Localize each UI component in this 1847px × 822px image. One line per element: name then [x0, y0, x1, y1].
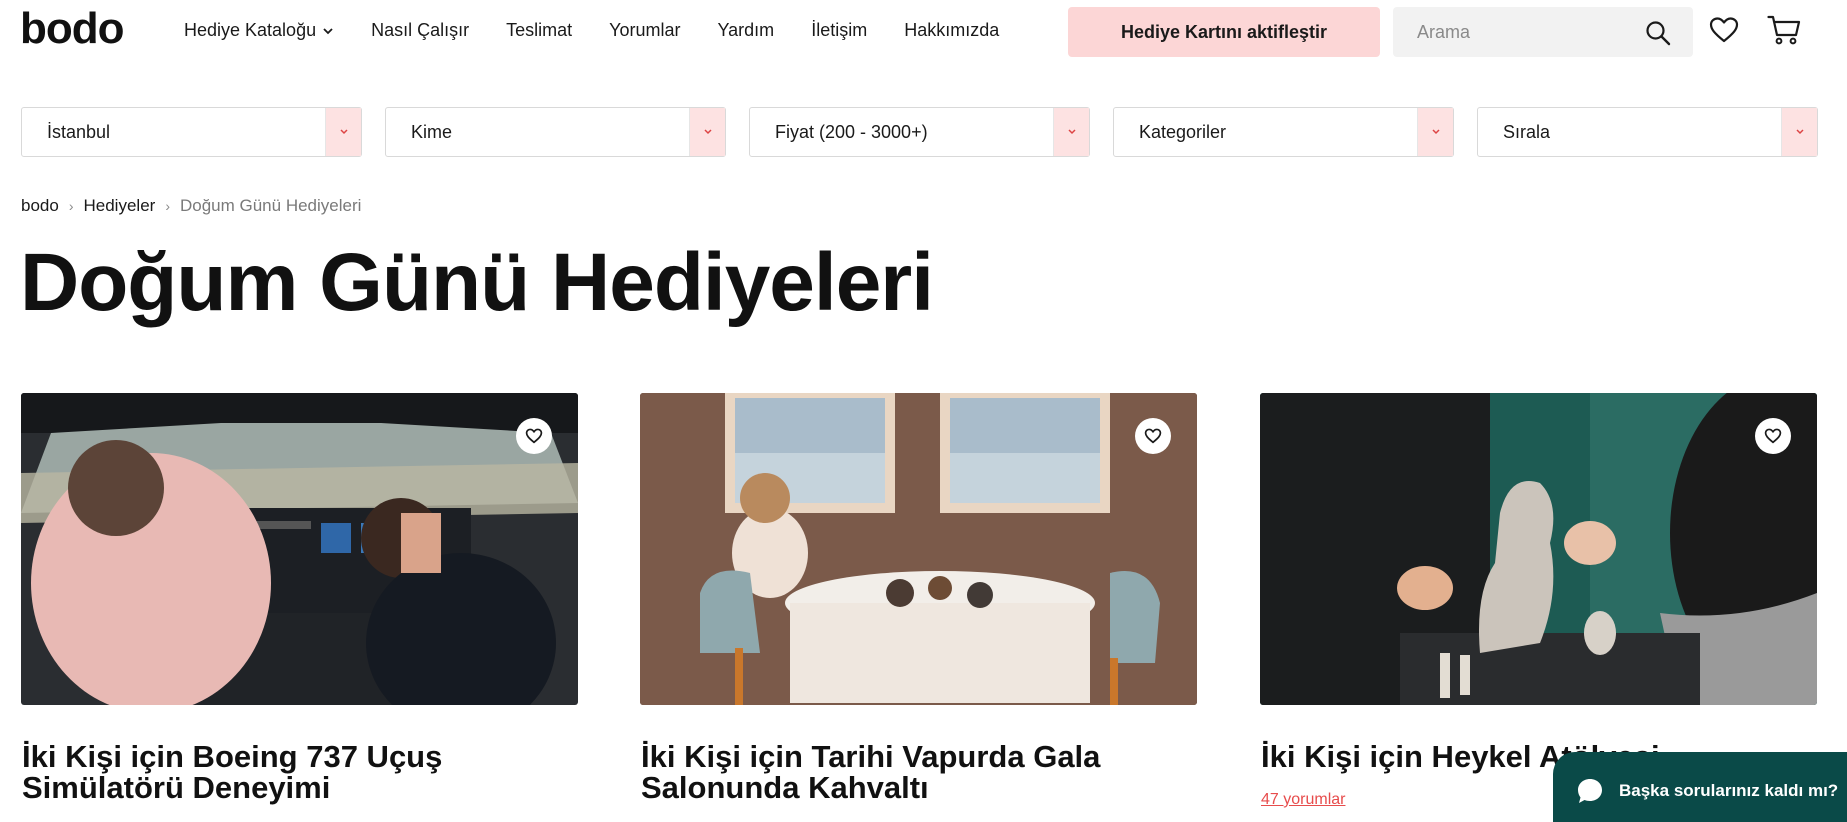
- chat-bubble-icon: [1578, 779, 1602, 803]
- chevron-right-icon: ›: [165, 198, 170, 214]
- chevron-down-icon: [1053, 108, 1089, 156]
- chevron-down-icon: [689, 108, 725, 156]
- nav-item-about[interactable]: Hakkımızda: [904, 20, 999, 41]
- nav-item-gift-catalog[interactable]: Hediye Kataloğu: [184, 20, 334, 41]
- search-input[interactable]: [1393, 7, 1633, 57]
- page-title: Doğum Günü Hediyeleri: [20, 237, 934, 328]
- site-header: bodo Hediye Kataloğu Nasıl Çalışır Tesli…: [0, 0, 1847, 64]
- nav-item-contact[interactable]: İletişim: [811, 20, 867, 41]
- favorite-button[interactable]: [516, 418, 552, 454]
- product-image[interactable]: [21, 393, 578, 705]
- flight-simulator-photo: [21, 393, 578, 705]
- filter-label: Kime: [411, 122, 453, 142]
- nav-item-reviews[interactable]: Yorumlar: [609, 20, 680, 41]
- brand-logo[interactable]: bodo: [20, 4, 125, 54]
- chevron-down-icon: [323, 27, 333, 34]
- chat-label: Başka sorularınız kaldı mı?: [1619, 781, 1839, 800]
- chat-widget-button[interactable]: Başka sorularınız kaldı mı?: [1553, 752, 1847, 822]
- product-image[interactable]: [1260, 393, 1817, 705]
- ferry-breakfast-photo: [640, 393, 1197, 705]
- cart-icon[interactable]: [1767, 14, 1801, 46]
- breadcrumb: bodo › Hediyeler › Doğum Günü Hediyeleri: [21, 196, 361, 216]
- filter-label: Sırala: [1503, 122, 1551, 142]
- chevron-down-icon: [325, 108, 361, 156]
- filter-price[interactable]: Fiyat (200 - 3000+): [749, 107, 1090, 157]
- heart-icon: [1144, 428, 1162, 444]
- product-card: İki Kişi için Heykel Atölyesi 47 yorumla…: [1260, 393, 1817, 808]
- activate-gift-card-button[interactable]: Hediye Kartını aktifleştir: [1068, 7, 1380, 57]
- filter-recipient[interactable]: Kime: [385, 107, 726, 157]
- heart-icon: [1764, 428, 1782, 444]
- product-card: İki Kişi için Tarihi Vapurda Gala Salonu…: [640, 393, 1197, 803]
- filter-sort[interactable]: Sırala: [1477, 107, 1818, 157]
- chevron-down-icon: [1417, 108, 1453, 156]
- favorite-button[interactable]: [1135, 418, 1171, 454]
- product-image[interactable]: [640, 393, 1197, 705]
- main-nav: Hediye Kataloğu Nasıl Çalışır Teslimat Y…: [184, 20, 1036, 41]
- filter-bar: İstanbul Kime Fiyat (200 - 3000+) Katego…: [21, 107, 1818, 157]
- heart-icon: [525, 428, 543, 444]
- heart-icon[interactable]: [1709, 16, 1739, 44]
- chevron-right-icon: ›: [68, 198, 74, 214]
- filter-label: Fiyat (200 - 3000+): [775, 122, 928, 142]
- nav-item-help[interactable]: Yardım: [718, 20, 775, 41]
- product-title[interactable]: İki Kişi için Tarihi Vapurda Gala Salonu…: [641, 741, 1201, 803]
- nav-item-how-it-works[interactable]: Nasıl Çalışır: [371, 20, 469, 41]
- nav-item-delivery[interactable]: Teslimat: [506, 20, 572, 41]
- breadcrumb-gifts[interactable]: Hediyeler: [84, 196, 156, 216]
- breadcrumb-current: Doğum Günü Hediyeleri: [179, 196, 362, 215]
- sculpture-workshop-photo: [1260, 393, 1817, 705]
- chevron-down-icon: [1781, 108, 1817, 156]
- product-title[interactable]: İki Kişi için Boeing 737 Uçuş Simülatörü…: [22, 741, 582, 803]
- search-box: [1393, 7, 1693, 57]
- favorite-button[interactable]: [1755, 418, 1791, 454]
- filter-label: İstanbul: [47, 122, 111, 142]
- breadcrumb-home[interactable]: bodo: [21, 196, 59, 216]
- search-icon[interactable]: [1645, 20, 1671, 46]
- product-card: İki Kişi için Boeing 737 Uçuş Simülatörü…: [21, 393, 578, 803]
- filter-city[interactable]: İstanbul: [21, 107, 362, 157]
- nav-item-label: Hediye Kataloğu: [184, 20, 317, 40]
- filter-label: Kategoriler: [1139, 122, 1227, 142]
- filter-categories[interactable]: Kategoriler: [1113, 107, 1454, 157]
- reviews-link[interactable]: 47 yorumlar: [1261, 791, 1345, 809]
